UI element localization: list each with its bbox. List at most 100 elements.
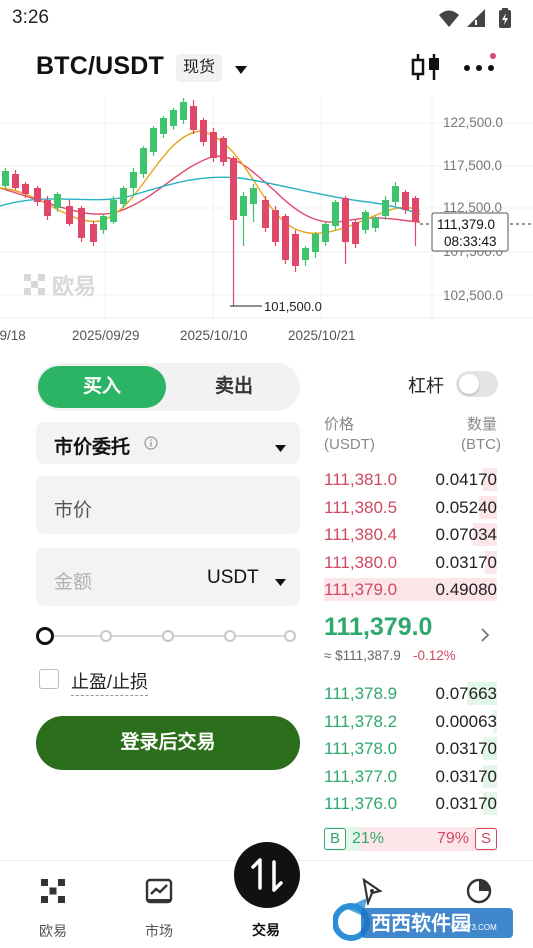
- ask-row[interactable]: 111,379.0 0.49080: [324, 578, 497, 601]
- bid-row[interactable]: 111,377.0 0.03170: [324, 765, 497, 788]
- nav-label: 市场: [145, 923, 173, 939]
- candle: [110, 196, 117, 224]
- date-axis: 09/18 2025/09/29 2025/10/10 2025/10/21: [0, 328, 356, 343]
- candle: [332, 200, 339, 230]
- nav-item-market[interactable]: 市场: [106, 861, 212, 948]
- candle: [150, 126, 157, 156]
- tpsl-checkbox[interactable]: [39, 669, 59, 689]
- candle: [180, 98, 187, 124]
- pair-title[interactable]: BTC/USDT: [36, 52, 164, 81]
- candle: [78, 206, 85, 242]
- price-field[interactable]: 市价: [36, 476, 300, 534]
- battery-icon: [499, 8, 511, 28]
- chevron-down-icon[interactable]: [275, 574, 286, 592]
- ask-price: 111,381.0: [324, 470, 398, 489]
- chevron-right-icon[interactable]: [480, 628, 490, 647]
- toggle-knob: [459, 374, 479, 394]
- tab-buy[interactable]: 买入: [38, 366, 166, 408]
- candle: [362, 210, 369, 234]
- last-price: 111,379.0: [324, 613, 433, 641]
- bid-qty: 0.03170: [435, 794, 497, 813]
- candle: [140, 146, 147, 178]
- okx-watermark-icon: [24, 274, 45, 295]
- candle: [322, 222, 329, 246]
- candle: [54, 192, 61, 212]
- ask-row[interactable]: 111,381.0 0.04170: [324, 468, 497, 491]
- candle: [230, 156, 237, 306]
- amount-unit-select[interactable]: USDT: [207, 567, 259, 589]
- candle: [210, 128, 217, 162]
- tab-sell[interactable]: 卖出: [170, 366, 298, 408]
- slider-step-25[interactable]: [100, 630, 112, 642]
- info-icon[interactable]: [144, 436, 158, 455]
- trade-swap-icon: [251, 858, 283, 892]
- bid-price: 111,378.9: [324, 684, 398, 703]
- candle: [100, 214, 107, 234]
- amount-slider[interactable]: [36, 626, 300, 646]
- nav-item-trade[interactable]: [234, 842, 300, 908]
- candle: [90, 221, 97, 246]
- ask-price: 111,379.0: [324, 580, 398, 599]
- order-type-select[interactable]: 市价委托: [36, 422, 300, 464]
- slider-step-50[interactable]: [162, 630, 174, 642]
- candle: [2, 168, 9, 188]
- ask-price: 111,380.4: [324, 525, 398, 544]
- status-bar: 3:26: [0, 0, 533, 36]
- ask-qty: 0.49080: [435, 580, 497, 599]
- bid-row[interactable]: 111,378.0 0.03170: [324, 737, 497, 760]
- candle: [292, 230, 299, 272]
- price-chart[interactable]: 欧易 101,500.0 122,500.0 117,500.0 112,500.0…: [0, 96, 533, 351]
- low-marker: 101,500.0: [230, 299, 322, 314]
- market-type-badge[interactable]: 现货: [176, 54, 223, 82]
- ob-qty-unit: (BTC): [461, 436, 501, 453]
- leverage-label: 杠杆: [408, 376, 444, 396]
- ask-row[interactable]: 111,380.4 0.07034: [324, 523, 497, 546]
- candle: [272, 206, 279, 246]
- nav-item-okx[interactable]: 欧易: [0, 861, 106, 948]
- ask-row[interactable]: 111,380.0 0.03170: [324, 551, 497, 574]
- current-price-tag: 111,379.0 08:33:43: [420, 212, 533, 252]
- slider-thumb[interactable]: [36, 627, 54, 645]
- ratio-buy-pct: 21%: [352, 830, 385, 847]
- login-to-trade-button[interactable]: 登录后交易: [36, 716, 300, 770]
- candle: [160, 116, 167, 138]
- amount-field[interactable]: 金额 USDT: [36, 548, 300, 606]
- ratio-sell-pct: 79%: [436, 830, 469, 847]
- tpsl-label[interactable]: 止盈/止损: [71, 668, 149, 696]
- candle: [342, 196, 349, 264]
- ask-qty: 0.04170: [435, 470, 497, 489]
- buy-sell-tabs: 买入 卖出: [36, 363, 300, 411]
- more-menu-icon[interactable]: [462, 52, 498, 87]
- bid-row[interactable]: 111,378.9 0.07663: [324, 682, 497, 705]
- ask-row[interactable]: 111,380.5 0.05240: [324, 496, 497, 519]
- chart-watermark: 欧易: [24, 274, 96, 300]
- candle: [34, 186, 41, 206]
- bid-qty: 0.03170: [435, 739, 497, 758]
- candle: [282, 214, 289, 264]
- chart-watermark-text: 欧易: [52, 274, 96, 300]
- candle: [190, 100, 197, 134]
- signal-icon: [467, 9, 485, 27]
- candle: [352, 220, 359, 248]
- bid-row[interactable]: 111,376.0 0.03170: [324, 792, 497, 815]
- pair-dropdown-icon[interactable]: [234, 62, 248, 80]
- slider-step-100[interactable]: [284, 630, 296, 642]
- ask-qty: 0.03170: [435, 553, 497, 572]
- nav-label-trade: 交易: [252, 922, 280, 938]
- price-tick-label: 122,500.0: [443, 115, 503, 130]
- date-tick-label: 2025/09/29: [72, 328, 140, 343]
- candle: [66, 200, 73, 226]
- bid-row[interactable]: 111,378.2 0.00063: [324, 710, 497, 733]
- leverage-toggle[interactable]: [456, 371, 498, 397]
- current-price-label: 111,379.0: [437, 217, 495, 232]
- wifi-icon: [439, 10, 459, 27]
- candlestick-icon[interactable]: [410, 52, 442, 87]
- ob-qty-header: 数量: [467, 416, 498, 433]
- date-tick-label: 2025/10/21: [288, 328, 356, 343]
- countdown-label: 08:33:43: [444, 234, 497, 249]
- candle: [382, 196, 389, 220]
- candle: [250, 184, 257, 222]
- slider-step-75[interactable]: [224, 630, 236, 642]
- reference-price: ≈ $111,387.9: [324, 648, 401, 663]
- nav-label: 欧易: [39, 923, 67, 939]
